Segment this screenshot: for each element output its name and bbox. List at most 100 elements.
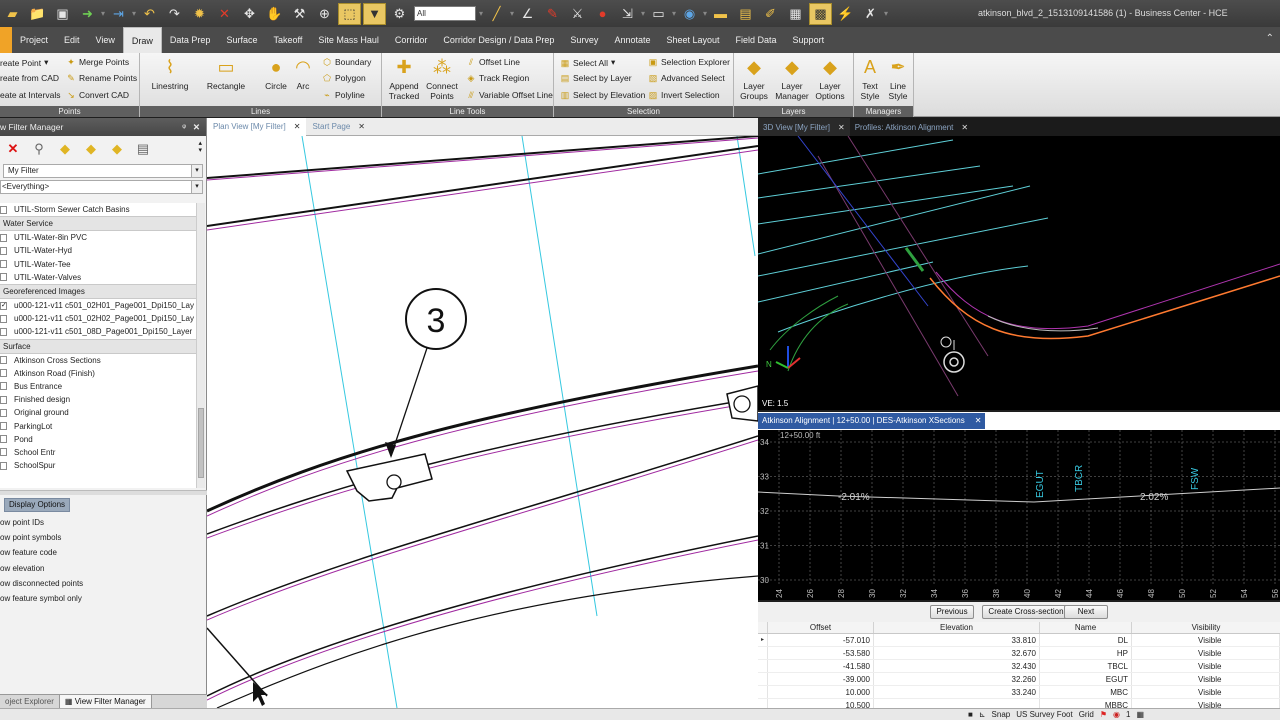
- table-cell-offset[interactable]: 10.000: [768, 686, 874, 698]
- column-header-visibility[interactable]: Visibility: [1132, 622, 1280, 633]
- table-cell-visibility[interactable]: Visible: [1132, 686, 1280, 698]
- create-from-cad-button[interactable]: reate from CAD: [0, 73, 59, 83]
- option-point-ids[interactable]: ow point IDs: [0, 518, 44, 527]
- tab-survey[interactable]: Survey: [562, 27, 606, 53]
- tab-draw[interactable]: Draw: [122, 27, 162, 53]
- tab-field-data[interactable]: Field Data: [728, 27, 785, 53]
- tab-3d-view[interactable]: 3D View [My Filter] ✕: [758, 118, 850, 136]
- connect-points-button[interactable]: ⁂ Connect Points: [420, 55, 464, 101]
- rectangle-button[interactable]: ▭ Rectangle: [204, 55, 248, 91]
- table-row[interactable]: 10.500 MBBC Visible: [758, 699, 1280, 708]
- tab-plan-view[interactable]: Plan View [My Filter] ✕: [207, 117, 307, 136]
- save-icon[interactable]: ▣: [52, 4, 73, 24]
- select-by-layer-button[interactable]: ▤ Select by Layer: [560, 73, 632, 83]
- column-header-elevation[interactable]: Elevation: [874, 622, 1040, 633]
- units-label[interactable]: US Survey Foot: [1016, 709, 1072, 720]
- create-cross-section-button[interactable]: Create Cross-section: [982, 605, 1070, 619]
- angle-icon[interactable]: ∠: [517, 4, 538, 24]
- arc-button[interactable]: ◠ Arc: [288, 55, 318, 91]
- layer-list-item[interactable]: Atkinson Cross Sections: [0, 354, 196, 367]
- dropdown-arrow-icon[interactable]: ▾: [131, 4, 137, 24]
- table-cell-offset[interactable]: -57.010: [768, 634, 874, 646]
- toolbar-scroll-icon[interactable]: ▴ ▾: [198, 140, 202, 154]
- layer-groups-button[interactable]: ◆ Layer Groups: [734, 55, 774, 101]
- layer-checkbox[interactable]: [0, 461, 7, 470]
- table-cell-visibility[interactable]: Visible: [1132, 634, 1280, 646]
- track-region-button[interactable]: ◈ Track Region: [466, 73, 530, 83]
- tab-edit[interactable]: Edit: [56, 27, 88, 53]
- table-cell-name[interactable]: EGUT: [1040, 673, 1132, 685]
- close-icon[interactable]: ✕: [294, 122, 301, 131]
- select-box-icon[interactable]: ⬚: [338, 2, 361, 25]
- tab-annotate[interactable]: Annotate: [606, 27, 658, 53]
- option-elevation[interactable]: ow elevation: [0, 564, 44, 573]
- settings-gear-icon[interactable]: ✹: [189, 4, 210, 24]
- table-cell-elevation[interactable]: 33.810: [874, 634, 1040, 646]
- merge-points-button[interactable]: ✦ Merge Points: [66, 57, 129, 67]
- layer-checkbox[interactable]: [0, 273, 7, 282]
- layer-checkbox[interactable]: [0, 395, 7, 404]
- create-at-intervals-button[interactable]: eate at Intervals: [0, 90, 60, 100]
- boundary-button[interactable]: ⬡ Boundary: [322, 57, 371, 67]
- grid-toggle[interactable]: Grid: [1079, 709, 1094, 720]
- table-cell-visibility[interactable]: Visible: [1132, 660, 1280, 672]
- pen-icon[interactable]: ✐: [760, 4, 781, 24]
- snap-mode-icon[interactable]: ⊾: [979, 709, 986, 720]
- table-row[interactable]: 10.000 33.240 MBC Visible: [758, 686, 1280, 699]
- layer-list-item[interactable]: Bus Entrance: [0, 380, 196, 393]
- import-icon[interactable]: ➜: [77, 4, 98, 24]
- table-row[interactable]: -41.580 32.430 TBCL Visible: [758, 660, 1280, 673]
- table-cell-elevation[interactable]: 33.240: [874, 686, 1040, 698]
- tab-start-page[interactable]: Start Page ✕: [306, 118, 371, 136]
- layer-list-item[interactable]: UTIL-Water-Hyd: [0, 244, 196, 257]
- table-cell-visibility[interactable]: Visible: [1132, 699, 1280, 708]
- panel-splitter[interactable]: [0, 490, 207, 495]
- next-button[interactable]: Next: [1064, 605, 1108, 619]
- undo-icon[interactable]: ↶: [139, 4, 160, 24]
- tab-site-mass-haul[interactable]: Site Mass Haul: [310, 27, 387, 53]
- close-icon[interactable]: ✕: [838, 123, 845, 132]
- row-selector[interactable]: [758, 660, 768, 672]
- previous-button[interactable]: Previous: [930, 605, 974, 619]
- tab-surface[interactable]: Surface: [218, 27, 265, 53]
- wrench-icon[interactable]: ✗: [860, 4, 881, 24]
- tools-icon[interactable]: ⚔: [567, 4, 588, 24]
- globe-icon[interactable]: ◉: [679, 4, 700, 24]
- convert-cad-button[interactable]: ↘ Convert CAD: [66, 90, 129, 100]
- application-menu-button[interactable]: [0, 27, 12, 53]
- close-icon[interactable]: ✕: [975, 413, 982, 429]
- grid-icon[interactable]: ▩: [809, 2, 832, 25]
- zoom-icon[interactable]: ⊕: [314, 4, 335, 24]
- layer-list-item[interactable]: ✓ u000-121-v11 c501_02H01_Page001_Dpi150_…: [0, 299, 196, 312]
- linestring-button[interactable]: ⌇ Linestring: [148, 55, 192, 91]
- offset-line-button[interactable]: ⫽ Offset Line: [466, 57, 520, 67]
- layer-list-item[interactable]: ParkingLot: [0, 419, 196, 432]
- layer-add-icon[interactable]: ◆: [81, 139, 101, 159]
- layer-checkbox[interactable]: ✓: [0, 301, 7, 310]
- table-cell-elevation[interactable]: 32.430: [874, 660, 1040, 672]
- tab-view[interactable]: View: [88, 27, 123, 53]
- layer-checkbox[interactable]: [0, 382, 7, 391]
- search-icon[interactable]: ⚲: [29, 139, 49, 159]
- variable-offset-button[interactable]: ⫻ Variable Offset Line: [466, 90, 553, 100]
- layer-checkbox[interactable]: [0, 233, 7, 242]
- option-disconnected-points[interactable]: ow disconnected points: [0, 579, 83, 588]
- table-cell-name[interactable]: MBBC: [1040, 699, 1132, 708]
- sheet-icon[interactable]: ▦: [785, 4, 806, 24]
- layer-checkbox[interactable]: [0, 369, 7, 378]
- selection-explorer-button[interactable]: ▣ Selection Explorer: [648, 57, 730, 67]
- rename-points-button[interactable]: ✎ Rename Points: [66, 73, 137, 83]
- layer-checkbox[interactable]: [0, 408, 7, 417]
- draw-line-icon[interactable]: ╱: [486, 4, 507, 24]
- layer-options-button[interactable]: ◆ Layer Options: [810, 55, 850, 101]
- layer-checkbox[interactable]: [0, 260, 7, 269]
- table-cell-elevation[interactable]: 32.670: [874, 647, 1040, 659]
- delete-icon[interactable]: ✕: [214, 4, 235, 24]
- 3d-view-canvas[interactable]: N VE: 1.5: [758, 136, 1280, 410]
- layer-list-item[interactable]: UTIL-Water-Valves: [0, 271, 196, 284]
- advanced-select-button[interactable]: ▧ Advanced Select: [648, 73, 725, 83]
- cross-section-canvas[interactable]: 34 33 32 31 30 24 26 28 30 32 34 36 38 40 42 44 46 48 50 5…: [758, 430, 1280, 600]
- tab-corridor-design[interactable]: Corridor Design / Data Prep: [435, 27, 562, 53]
- close-icon[interactable]: ✕: [193, 118, 200, 136]
- open-folder-icon[interactable]: 📁: [27, 4, 48, 24]
